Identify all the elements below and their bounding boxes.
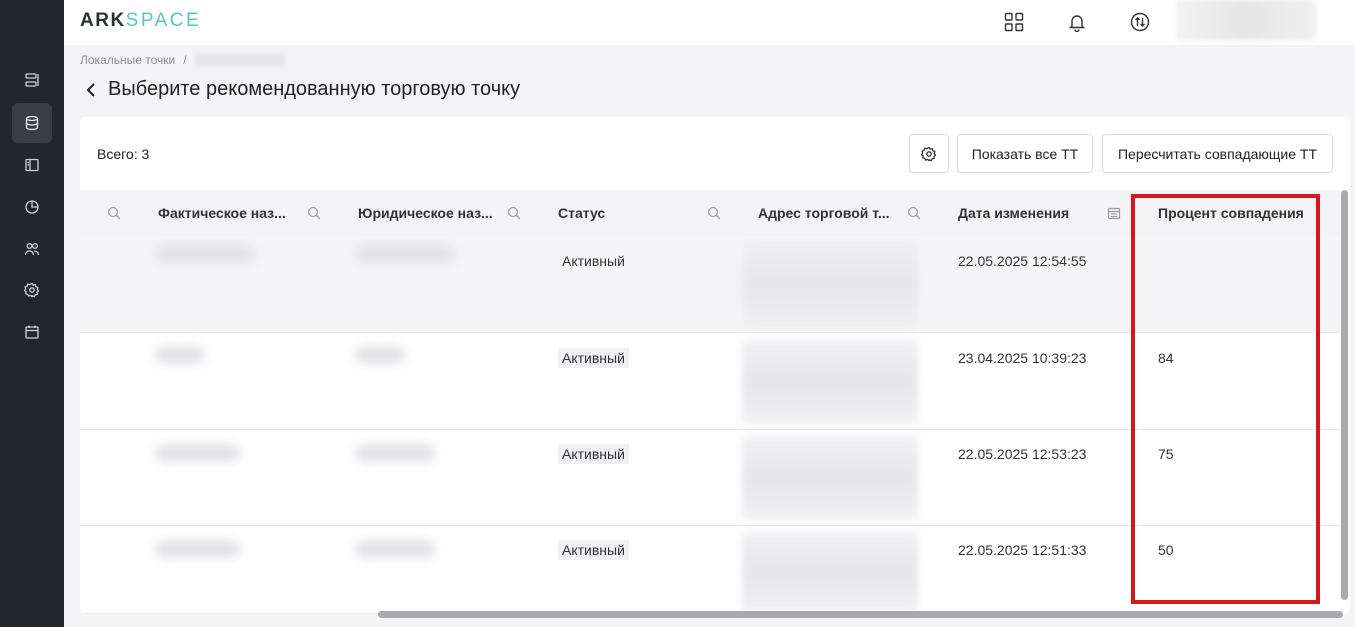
table-row[interactable]: Активный 22.05.2025 12:51:33 50	[80, 526, 1340, 614]
blurred-actual-name	[155, 444, 240, 462]
show-all-button[interactable]: Показать все ТТ	[957, 134, 1093, 173]
sidebar	[0, 0, 64, 627]
blurred-legal-name	[355, 540, 435, 558]
column-header-modified-date[interactable]: Дата изменения	[958, 190, 1069, 236]
brand-logo-part1: ARK	[80, 10, 126, 31]
user-profile-area[interactable]	[1176, 0, 1316, 40]
back-chevron-icon[interactable]	[84, 82, 98, 98]
blurred-actual-name	[155, 346, 205, 364]
list-icon	[25, 73, 39, 87]
notifications-button[interactable]	[1064, 9, 1090, 35]
users-icon	[24, 243, 40, 256]
sidebar-item-database[interactable]	[12, 103, 52, 143]
match-percent-value: 75	[1158, 446, 1174, 462]
sidebar-item-book[interactable]	[12, 145, 52, 185]
sidebar-item-list[interactable]	[12, 60, 52, 100]
search-icon[interactable]	[307, 206, 321, 220]
calendar-icon	[25, 325, 39, 339]
modified-date-value: 22.05.2025 12:53:23	[958, 446, 1087, 462]
blurred-actual-name	[155, 244, 255, 264]
pie-chart-icon	[25, 200, 39, 214]
gear-icon	[24, 282, 40, 298]
column-header-address[interactable]: Адрес торговой т...	[758, 190, 890, 236]
table-settings-button[interactable]	[909, 134, 949, 173]
vertical-scrollbar[interactable]	[1341, 190, 1348, 600]
recalculate-button[interactable]: Пересчитать совпадающие ТТ	[1102, 134, 1333, 173]
table-row[interactable]: Активный 23.04.2025 10:39:23 84	[80, 334, 1340, 430]
status-badge: Активный	[558, 348, 629, 368]
search-icon[interactable]	[907, 206, 921, 220]
page-title: Выберите рекомендованную торговую точку	[108, 78, 521, 100]
column-header-legal-name[interactable]: Юридическое наз...	[358, 190, 493, 236]
sidebar-item-calendar[interactable]	[12, 312, 52, 352]
blurred-legal-name	[355, 244, 455, 264]
brand-logo: ARKSPACE	[80, 10, 201, 32]
column-header-match-percent[interactable]: Процент совпадения	[1158, 190, 1304, 236]
blurred-address	[742, 340, 918, 424]
page-header: Выберите рекомендованную торговую точку	[84, 78, 520, 101]
search-icon[interactable]	[507, 206, 521, 220]
search-icon[interactable]	[707, 206, 721, 220]
sidebar-item-settings[interactable]	[12, 270, 52, 310]
breadcrumb: Локальные точки /	[80, 53, 285, 67]
status-value: Активный	[562, 253, 625, 269]
results-card: Всего: 3 Показать все ТТ Пересчитать сов…	[80, 117, 1350, 614]
blurred-legal-name	[355, 346, 405, 364]
top-bar: ARKSPACE	[64, 0, 1355, 45]
sidebar-item-users[interactable]	[12, 229, 52, 269]
sync-button[interactable]	[1127, 9, 1153, 35]
book-icon	[25, 158, 39, 172]
modified-date-value: 22.05.2025 12:54:55	[958, 253, 1087, 269]
apps-grid-icon	[1004, 12, 1024, 32]
sync-arrows-icon	[1130, 12, 1150, 32]
modified-date-value: 22.05.2025 12:51:33	[958, 542, 1087, 558]
blurred-actual-name	[155, 540, 240, 558]
match-percent-value: 84	[1158, 350, 1174, 366]
database-icon	[25, 115, 39, 131]
total-count: Всего: 3	[97, 146, 150, 162]
column-header-status[interactable]: Статус	[558, 190, 605, 236]
search-icon[interactable]	[107, 206, 121, 220]
match-percent-value: 50	[1158, 542, 1174, 558]
breadcrumb-root-link[interactable]: Локальные точки	[80, 53, 175, 67]
column-header-actual-name[interactable]: Фактическое наз...	[158, 190, 286, 236]
modified-date-value: 23.04.2025 10:39:23	[958, 350, 1087, 366]
breadcrumb-separator: /	[183, 53, 187, 67]
gear-icon	[921, 146, 937, 161]
brand-logo-part2: SPACE	[125, 10, 202, 31]
calendar-icon[interactable]	[1107, 206, 1121, 220]
apps-button[interactable]	[1001, 9, 1027, 35]
horizontal-scrollbar[interactable]	[378, 611, 1343, 618]
blurred-address	[742, 436, 918, 520]
blurred-legal-name	[355, 444, 435, 462]
table-row[interactable]: Активный 22.05.2025 12:53:23 75	[80, 430, 1340, 526]
status-badge: Активный	[558, 444, 629, 464]
status-badge: Активный	[558, 540, 629, 560]
blurred-address	[742, 532, 918, 612]
table-header: Фактическое наз... Юридическое наз... Ст…	[80, 190, 1340, 236]
bell-icon	[1068, 15, 1086, 32]
sidebar-item-reports[interactable]	[12, 187, 52, 227]
blurred-address	[742, 240, 918, 328]
table-row[interactable]: Активный 22.05.2025 12:54:55	[80, 236, 1340, 333]
breadcrumb-current	[194, 53, 285, 67]
